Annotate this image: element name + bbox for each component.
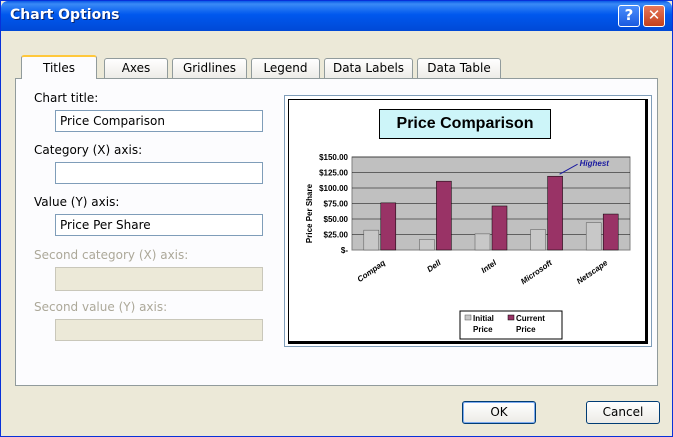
tab-data-table[interactable]: Data Table	[417, 58, 501, 79]
y-tick-label: $100.00	[319, 184, 348, 193]
y-tick-label: $150.00	[319, 153, 348, 162]
second-value-axis-field	[55, 319, 263, 341]
tab-axes[interactable]: Axes	[104, 58, 168, 79]
bar-current-price	[602, 213, 619, 251]
value-axis-label: Value (Y) axis:	[34, 195, 120, 209]
tab-gridlines[interactable]: Gridlines	[172, 58, 247, 79]
legend-swatch-initial-price	[464, 314, 472, 321]
bar-initial-price	[530, 229, 546, 251]
y-axis-title: Price Per Share	[305, 183, 314, 243]
chart-title-field[interactable]: Price Comparison	[55, 110, 263, 132]
y-tick-label: $50.00	[324, 215, 349, 224]
x-tick-label: Dell	[425, 258, 443, 274]
annotation-label: Highest	[580, 159, 610, 168]
y-tick-label: $75.00	[324, 200, 349, 209]
title-bar[interactable]: Chart Options ? ✕	[1, 1, 672, 31]
bar-initial-price	[474, 233, 491, 251]
category-axis-field[interactable]	[55, 162, 263, 184]
legend-swatch-current-price	[507, 314, 515, 321]
legend-label-initial-price: Price	[473, 325, 493, 334]
y-tick-label: $25.00	[324, 231, 349, 240]
bar-initial-price	[363, 229, 380, 251]
bar-current-price	[491, 205, 508, 251]
tab-titles[interactable]: Titles	[21, 55, 97, 79]
help-icon[interactable]: ?	[618, 5, 640, 27]
y-tick-label: $125.00	[319, 169, 348, 178]
close-icon[interactable]: ✕	[643, 5, 665, 27]
tab-legend[interactable]: Legend	[251, 58, 320, 79]
legend-label-current-price: Price	[516, 325, 536, 334]
bar-current-price	[547, 175, 563, 251]
y-tick-label: $-	[341, 246, 348, 255]
bar-initial-price	[419, 239, 435, 251]
second-category-axis-label: Second category (X) axis:	[34, 248, 189, 262]
x-tick-label: Microsoft	[519, 258, 554, 286]
x-tick-label: Intel	[480, 258, 499, 275]
x-tick-label: Compaq	[356, 258, 387, 284]
chart-title-label: Chart title:	[34, 91, 99, 105]
tab-data-labels[interactable]: Data Labels	[324, 58, 413, 79]
bar-current-price	[380, 202, 397, 251]
ok-button[interactable]: OK	[462, 401, 536, 424]
legend-label-current-price: Current	[516, 314, 545, 323]
second-category-axis-field	[55, 267, 263, 291]
x-tick-label: Netscape	[575, 258, 610, 286]
dialog-title: Chart Options	[10, 7, 120, 23]
cancel-button[interactable]: Cancel	[586, 401, 660, 424]
legend-label-initial-price: Initial	[473, 314, 494, 323]
category-axis-label: Category (X) axis:	[34, 143, 143, 157]
bar-current-price	[436, 180, 452, 251]
bar-initial-price	[585, 222, 602, 251]
chart-svg: $150.00 $125.00 $100.00 $75.00 $50.00 $25.00 $…	[305, 153, 631, 340]
value-axis-field[interactable]: Price Per Share	[55, 214, 263, 236]
second-value-axis-label: Second value (Y) axis:	[34, 300, 168, 314]
